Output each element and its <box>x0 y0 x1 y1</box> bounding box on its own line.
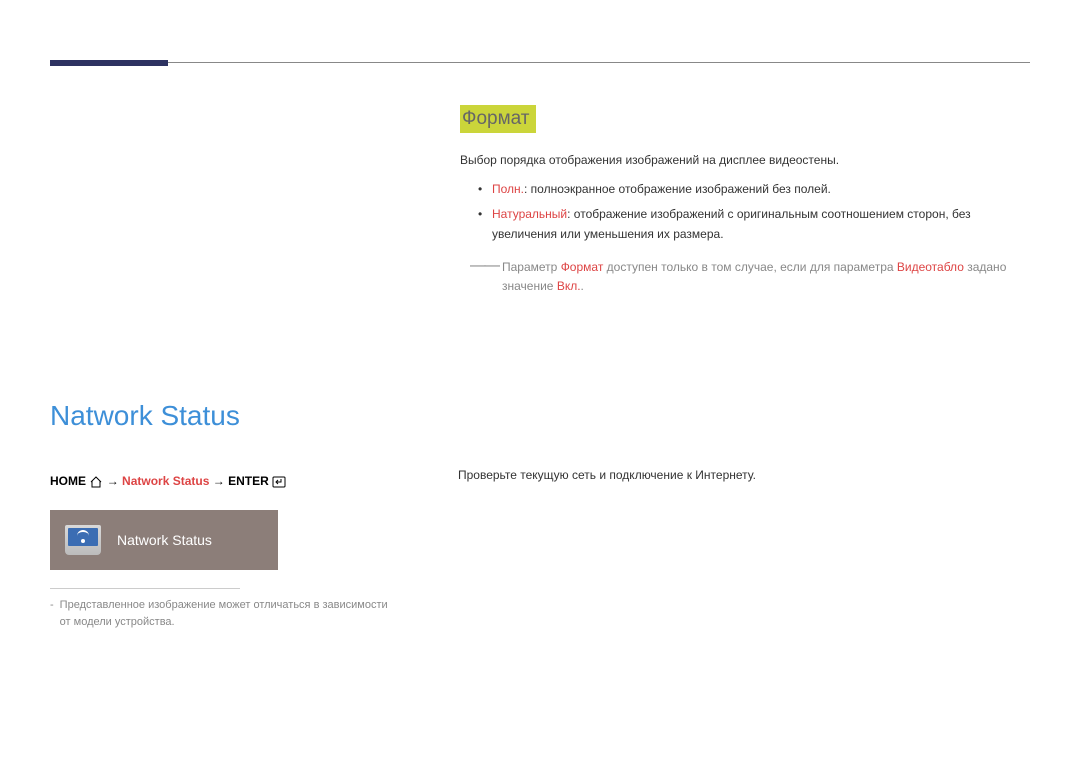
tile-label: Natwork Status <box>117 532 212 548</box>
top-accent-bar <box>50 60 168 66</box>
bullet-label: Натуральный <box>492 207 567 221</box>
format-intro: Выбор порядка отображения изображений на… <box>460 151 1030 170</box>
format-bullet-item: Натуральный: отображение изображений с о… <box>482 205 1030 243</box>
breadcrumb-navname: Natwork Status <box>122 474 209 488</box>
bullet-text: : полноэкранное отображение изображений … <box>524 182 831 196</box>
format-heading: Формат <box>460 105 536 133</box>
page-title: Natwork Status <box>50 400 400 432</box>
footnote-divider <box>50 588 240 589</box>
breadcrumb: HOME → Natwork Status → ENTER <box>50 474 400 488</box>
enter-icon <box>272 474 286 488</box>
breadcrumb-enter: ENTER <box>228 474 269 488</box>
page-divider <box>54 62 1030 63</box>
note-dash-icon: ―― <box>470 258 498 296</box>
monitor-wifi-icon <box>65 525 101 555</box>
note-text: Параметр Формат доступен только в том сл… <box>502 258 1030 296</box>
network-description: Проверьте текущую сеть и подключение к И… <box>458 468 1030 482</box>
breadcrumb-home: HOME <box>50 474 86 488</box>
footnote-dash: - <box>50 597 54 630</box>
footnote: - Представленное изображение может отлич… <box>50 597 400 630</box>
format-bullet-list: Полн.: полноэкранное отображение изображ… <box>482 180 1030 244</box>
network-status-tile[interactable]: Natwork Status <box>50 510 278 570</box>
format-note: ―― Параметр Формат доступен только в том… <box>470 258 1030 296</box>
footnote-text: Представленное изображение может отличат… <box>60 597 400 630</box>
bullet-label: Полн. <box>492 182 524 196</box>
format-bullet-item: Полн.: полноэкранное отображение изображ… <box>482 180 1030 199</box>
home-icon <box>89 474 106 488</box>
